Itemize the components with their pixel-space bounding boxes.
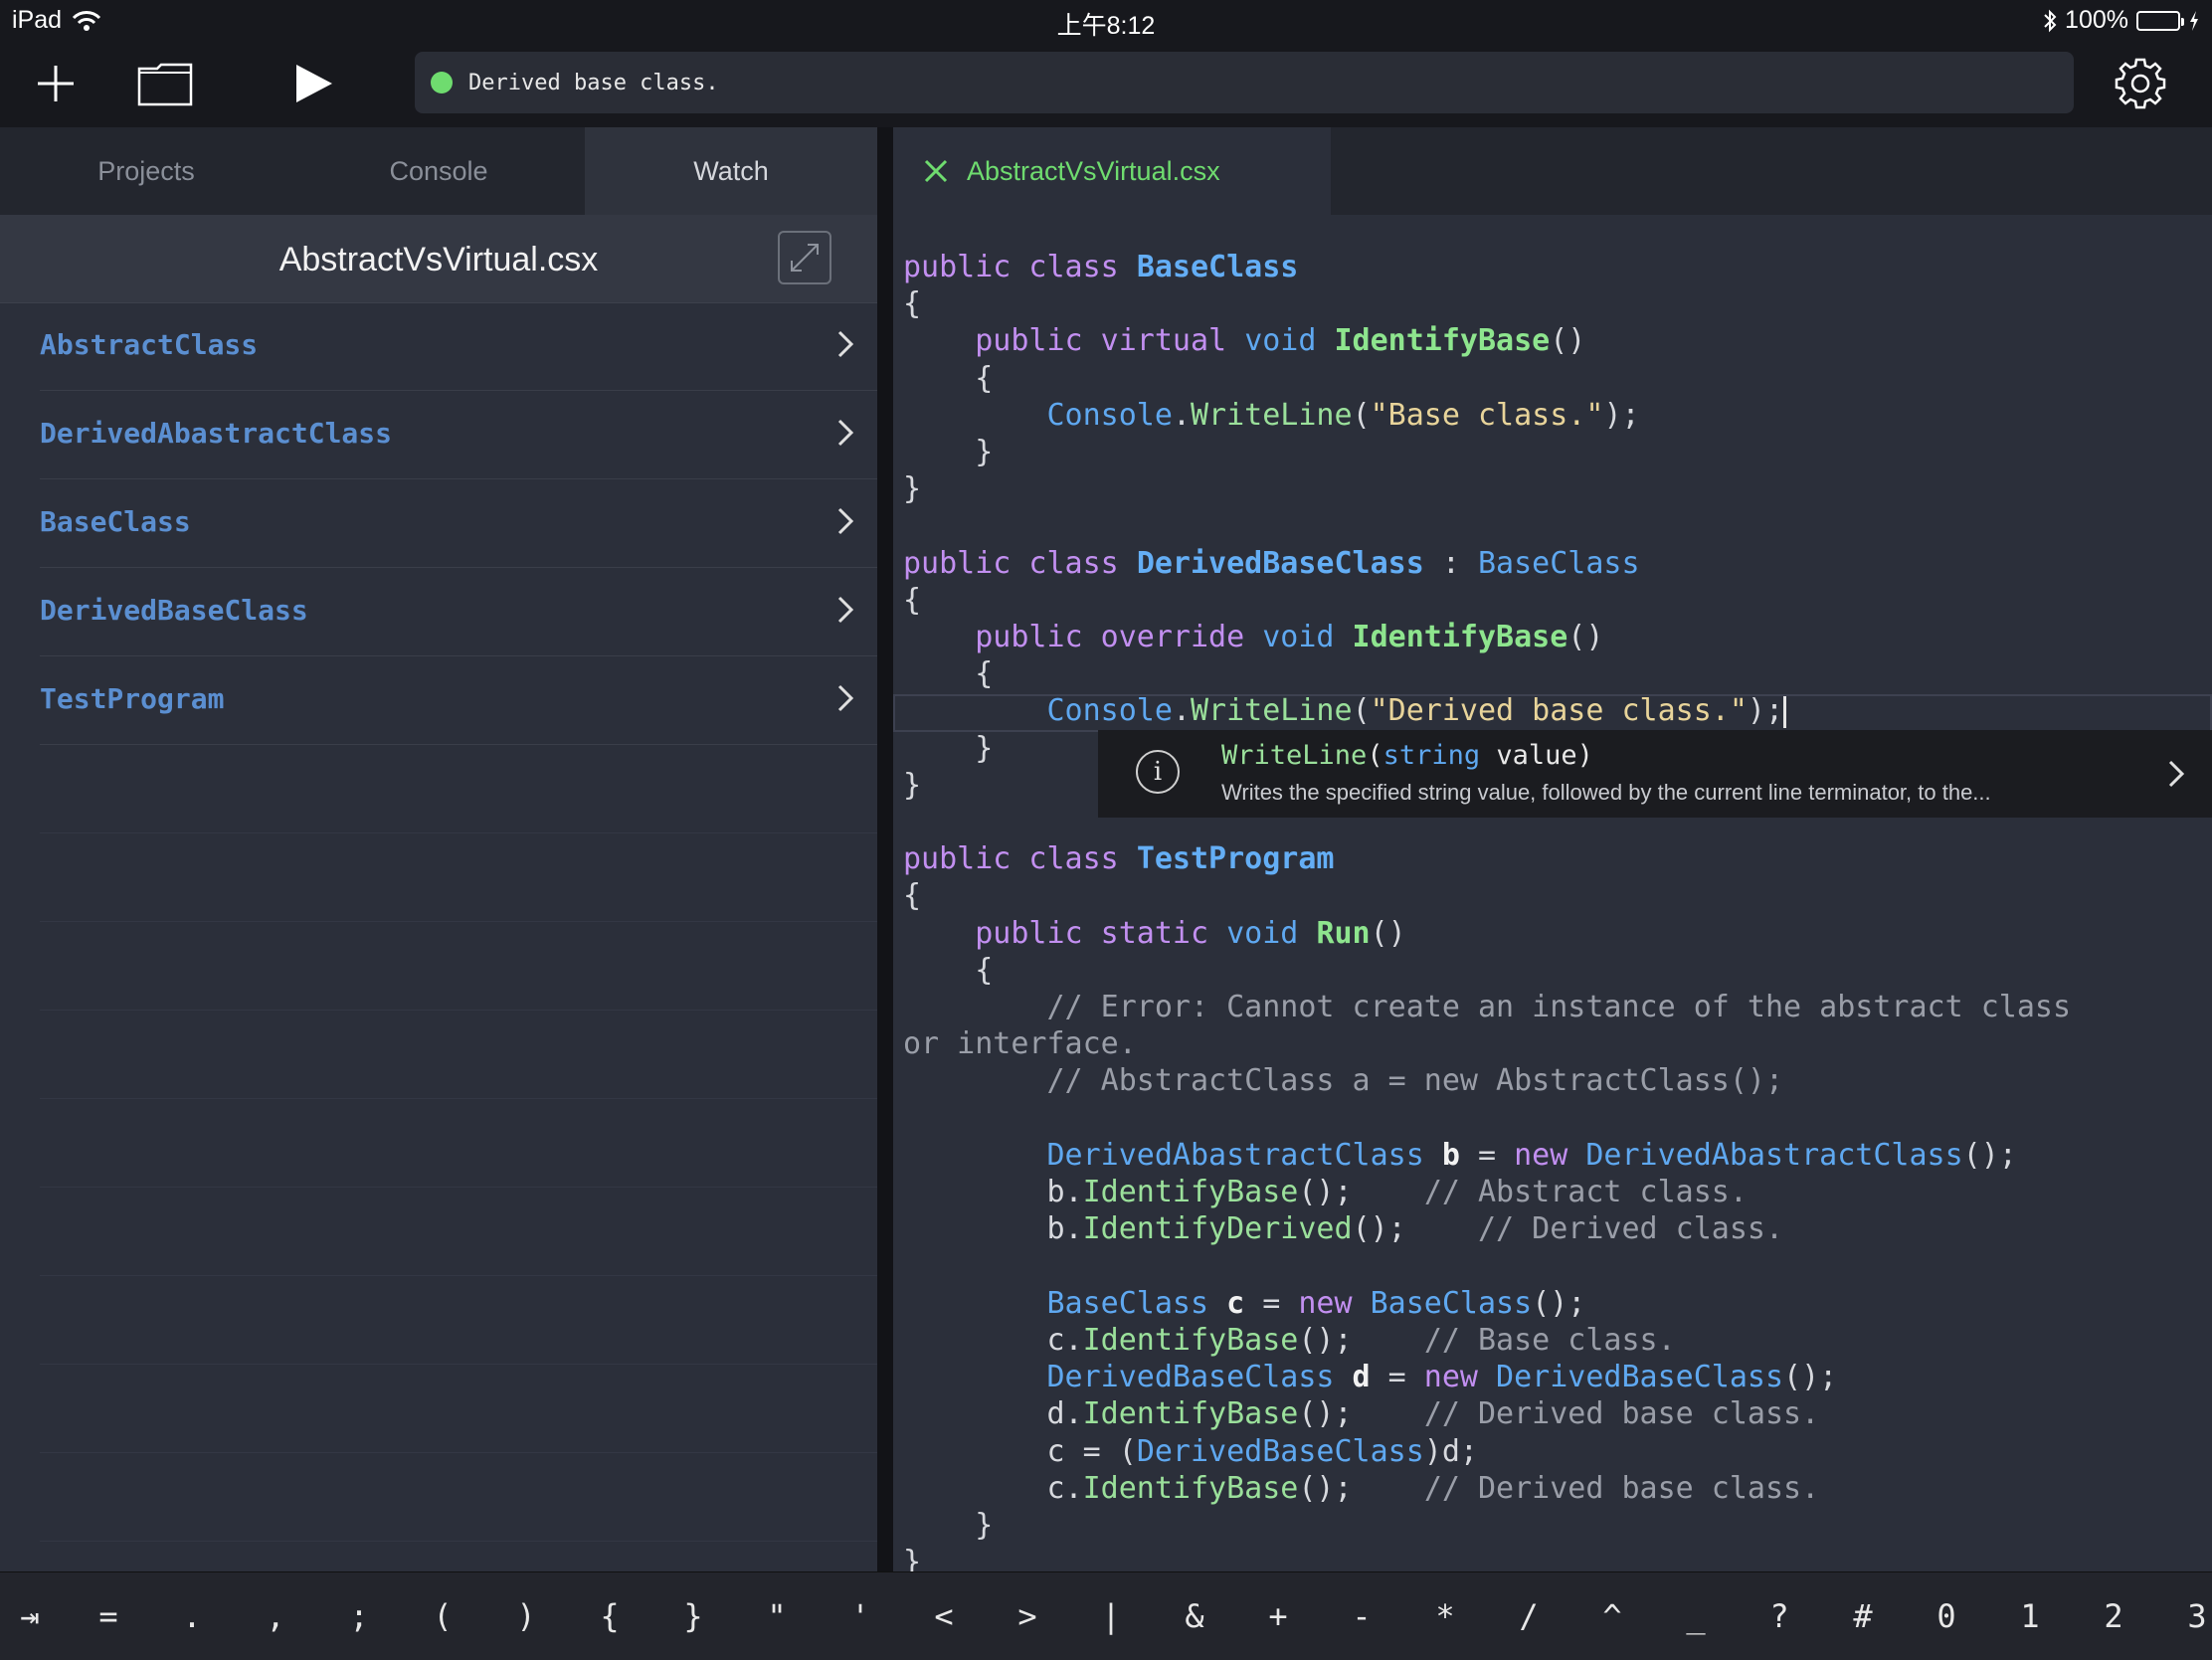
empty-row [40, 1011, 877, 1099]
clock: 上午8:12 [1056, 12, 1156, 40]
left-panel: Projects Console Watch AbstractVsVirtual… [0, 127, 877, 1630]
list-item[interactable]: DerivedAbastractClass [40, 391, 877, 479]
list-item[interactable]: AbstractClass [40, 302, 877, 391]
key[interactable]: < [902, 1572, 986, 1660]
key[interactable]: - [1320, 1572, 1403, 1660]
key[interactable]: ( [401, 1572, 484, 1660]
text-cursor [1783, 695, 1787, 728]
tooltip-signature: WriteLine(string value) [1221, 740, 1593, 771]
empty-row [40, 1365, 877, 1453]
panel-divider[interactable] [877, 127, 893, 1571]
code-editor: AbstractVsVirtual.csx public class BaseC… [893, 127, 2212, 1571]
empty-row [40, 1099, 877, 1188]
panel-tabs: Projects Console Watch [0, 127, 877, 215]
key[interactable]: 0 [1905, 1572, 1988, 1660]
charging-icon [2190, 10, 2198, 31]
key[interactable]: * [1403, 1572, 1487, 1660]
chevron-right-icon [837, 507, 854, 535]
key[interactable]: ^ [1570, 1572, 1654, 1660]
intellisense-tooltip[interactable]: i WriteLine(string value) Writes the spe… [1098, 730, 2212, 818]
watch-header: AbstractVsVirtual.csx [0, 215, 877, 303]
key[interactable]: ) [484, 1572, 568, 1660]
chevron-right-icon[interactable] [2166, 758, 2186, 790]
code-text[interactable]: public class BaseClass { public virtual … [903, 249, 2071, 1571]
list-item-label: BaseClass [40, 505, 191, 538]
list-item[interactable]: BaseClass [40, 479, 877, 568]
key[interactable]: " [735, 1572, 819, 1660]
list-item-label: DerivedAbastractClass [40, 417, 393, 450]
key[interactable]: , [234, 1572, 317, 1660]
watch-list: AbstractClass DerivedAbastractClass Base… [0, 302, 877, 1630]
file-tabs: AbstractVsVirtual.csx [893, 127, 2212, 215]
tab-console[interactable]: Console [292, 127, 585, 215]
tab-watch[interactable]: Watch [585, 127, 877, 215]
key[interactable]: 2 [2072, 1572, 2155, 1660]
expand-button[interactable] [778, 231, 831, 284]
key[interactable]: > [986, 1572, 1069, 1660]
expand-icon [791, 244, 819, 272]
key[interactable]: = [67, 1572, 150, 1660]
close-icon[interactable] [923, 158, 949, 184]
run-status-bar: Derived base class. [415, 52, 2074, 113]
plus-icon [38, 66, 74, 101]
settings-button[interactable] [2109, 52, 2172, 115]
key[interactable]: { [568, 1572, 651, 1660]
key[interactable]: _ [1654, 1572, 1738, 1660]
key[interactable]: . [150, 1572, 234, 1660]
key[interactable]: ; [317, 1572, 401, 1660]
key[interactable]: | [1069, 1572, 1153, 1660]
empty-row [40, 745, 877, 833]
tab-projects[interactable]: Projects [0, 127, 292, 215]
run-button[interactable] [282, 52, 346, 115]
tooltip-description: Writes the specified string value, follo… [1221, 780, 1991, 805]
key[interactable]: 3 [2155, 1572, 2212, 1660]
folder-icon [137, 63, 193, 106]
chevron-right-icon [837, 684, 854, 712]
chevron-right-icon [837, 596, 854, 624]
keyboard-accessory-bar: ⇥ = . , ; ( ) { } " ' < > | & + - * / ^ … [0, 1571, 2212, 1660]
info-icon: i [1136, 750, 1180, 794]
key[interactable]: ? [1738, 1572, 1821, 1660]
gear-icon [2115, 58, 2166, 109]
list-item[interactable]: TestProgram [40, 656, 877, 745]
key[interactable]: & [1153, 1572, 1236, 1660]
chevron-right-icon [837, 330, 854, 358]
add-button[interactable] [24, 52, 88, 115]
toolbar: Derived base class. [0, 40, 2212, 127]
bluetooth-icon [2044, 9, 2057, 32]
run-status-text: Derived base class. [468, 70, 719, 95]
watch-title: AbstractVsVirtual.csx [278, 241, 599, 278]
list-item-label: AbstractClass [40, 328, 259, 361]
chevron-right-icon [837, 419, 854, 447]
empty-row [40, 1276, 877, 1365]
battery-percent: 100% [2065, 6, 2128, 34]
open-folder-button[interactable] [133, 52, 197, 115]
play-icon [296, 65, 332, 102]
success-indicator-icon [431, 72, 453, 93]
key[interactable]: / [1487, 1572, 1570, 1660]
battery-icon [2136, 10, 2184, 31]
list-item-label: DerivedBaseClass [40, 594, 308, 627]
key[interactable]: # [1821, 1572, 1905, 1660]
status-bar: iPad 上午8:12 100% [0, 0, 2212, 40]
empty-row [40, 1453, 877, 1542]
key[interactable]: 1 [1988, 1572, 2072, 1660]
key-tab[interactable]: ⇥ [0, 1572, 72, 1660]
list-item-label: TestProgram [40, 682, 225, 715]
key[interactable]: + [1236, 1572, 1320, 1660]
file-tab[interactable]: AbstractVsVirtual.csx [893, 127, 1331, 215]
empty-row [40, 1188, 877, 1276]
key[interactable]: ' [819, 1572, 902, 1660]
empty-row [40, 833, 877, 922]
key[interactable]: } [651, 1572, 735, 1660]
list-item[interactable]: DerivedBaseClass [40, 568, 877, 656]
file-tab-name: AbstractVsVirtual.csx [967, 155, 1220, 186]
empty-row [40, 922, 877, 1011]
